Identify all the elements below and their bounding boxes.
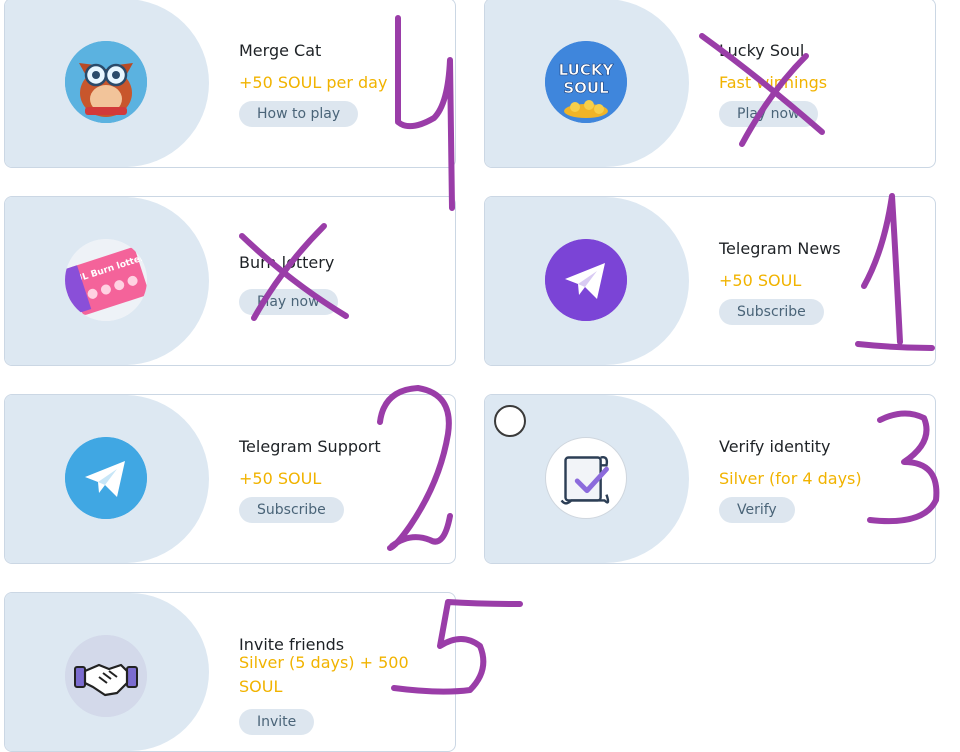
logo-text-soul: SOUL [563,79,609,97]
telegram-plane-icon [545,239,627,321]
task-card-verify-identity: Verify identity Silver (for 4 days) Veri… [484,394,936,564]
card-reward: Silver (5 days) + 500 SOUL [239,653,409,696]
card-reward: Fast winnings [719,73,828,92]
task-card-telegram-support: Telegram Support +50 SOUL Subscribe [4,394,456,564]
how-to-play-button[interactable]: How to play [239,101,359,127]
play-now-button[interactable]: Play now [719,101,818,127]
card-title: Merge Cat [239,41,322,60]
task-card-lucky-soul: LUCKY SOUL Lucky Soul Fast winnings Play… [484,0,936,168]
selection-circle[interactable] [494,405,526,437]
handshake-icon [65,635,147,717]
merge-cat-icon [65,41,147,123]
subscribe-button[interactable]: Subscribe [719,299,824,325]
card-title: Burn lottery [239,253,335,272]
card-title: Lucky Soul [719,41,805,60]
card-reward: +50 SOUL per day [239,73,388,92]
card-title: Telegram News [719,239,841,258]
card-reward: +50 SOUL [719,271,802,290]
lucky-soul-icon: LUCKY SOUL [545,41,627,123]
task-card-burn-lottery: SOUL Burn lottery Burn lottery Play now [4,196,456,366]
verify-button[interactable]: Verify [719,497,795,523]
telegram-plane-icon [65,437,147,519]
subscribe-button[interactable]: Subscribe [239,497,344,523]
card-title: Telegram Support [239,437,381,456]
task-card-invite-friends: Invite friends Silver (5 days) + 500 SOU… [4,592,456,752]
lottery-ticket-icon: SOUL Burn lottery [65,239,147,321]
card-reward: Silver (for 4 days) [719,469,862,488]
card-reward: +50 SOUL [239,469,322,488]
task-card-merge-cat: Merge Cat +50 SOUL per day How to play [4,0,456,168]
scroll-checkmark-icon [545,437,627,519]
invite-button[interactable]: Invite [239,709,315,735]
play-now-button[interactable]: Play now [239,289,338,315]
task-card-telegram-news: Telegram News +50 SOUL Subscribe [484,196,936,366]
card-title: Verify identity [719,437,831,456]
logo-text-lucky: LUCKY [559,61,615,79]
